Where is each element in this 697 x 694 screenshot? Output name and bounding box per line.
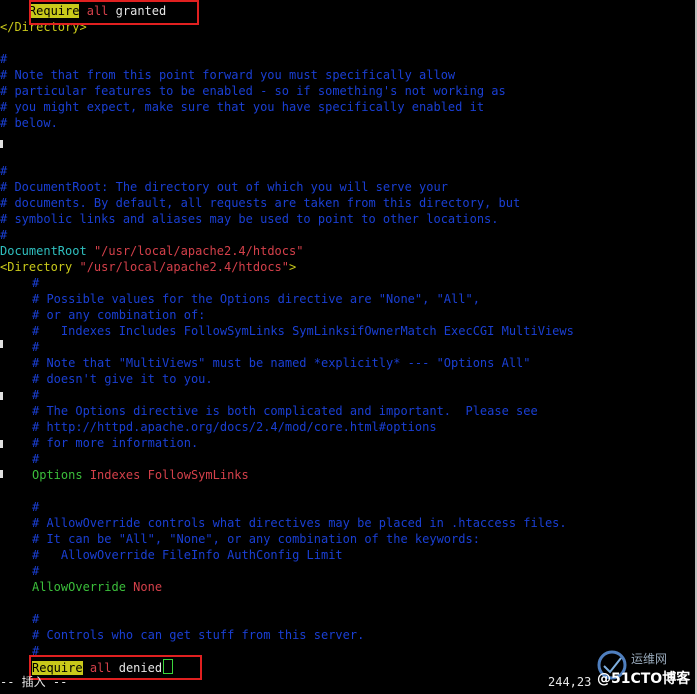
line-allowoverride: AllowOverride None	[32, 580, 163, 594]
comment-line: # Indexes Includes FollowSymLinks SymLin…	[32, 324, 574, 338]
status-line: -- 插入 -- 244,23	[0, 674, 697, 690]
comment-line: # Note that "MultiViews" must be named *…	[32, 356, 531, 370]
watermark-site: 运维网	[631, 652, 668, 666]
comment-line: # below.	[0, 116, 58, 130]
comment-line: #	[32, 340, 40, 354]
comment-line: # documents. By default, all requests ar…	[0, 196, 521, 210]
search-highlight: Require	[32, 661, 83, 675]
line-documentroot: DocumentRoot "/usr/local/apache2.4/htdoc…	[0, 244, 304, 258]
comment-line: # doesn't give it to you.	[32, 372, 213, 386]
comment-line: # It can be "All", "None", or any combin…	[32, 532, 480, 546]
comment-line: # particular features to be enabled - so…	[0, 84, 506, 98]
line-directory-close: </Directory>	[0, 20, 87, 34]
left-edge-glyph	[0, 470, 3, 478]
left-edge-glyph	[0, 440, 3, 448]
comment-line: #	[32, 452, 40, 466]
left-edge-glyph	[0, 392, 3, 400]
comment-line: #	[32, 276, 40, 290]
comment-line: #	[0, 164, 8, 178]
comment-line: # you might expect, make sure that you h…	[0, 100, 485, 114]
comment-line: # Note that from this point forward you …	[0, 68, 456, 82]
line-require-denied[interactable]: Require all denied	[0, 659, 174, 675]
comment-line: # http://httpd.apache.org/docs/2.4/mod/c…	[32, 420, 437, 434]
watermark: 运维网 @51CTO博客	[595, 648, 691, 692]
left-edge-glyph	[0, 140, 3, 148]
comment-line: # AllowOverride FileInfo AuthConfig Limi…	[32, 548, 343, 562]
comment-line: #	[32, 644, 40, 658]
line-directory-open: <Directory "/usr/local/apache2.4/htdocs"…	[0, 260, 297, 274]
search-highlight: Require	[28, 4, 80, 18]
mode-indicator: -- 插入 --	[0, 675, 68, 689]
comment-line: # AllowOverride controls what directives…	[32, 516, 567, 530]
vim-editor[interactable]: Require all granted </Directory> # # Not…	[0, 0, 695, 694]
comment-line: #	[32, 388, 40, 402]
comment-line: #	[32, 612, 40, 626]
comment-line: # symbolic links and aliases may be used…	[0, 212, 499, 226]
cursor-position: 244,23	[548, 675, 592, 689]
comment-line: # DocumentRoot: The directory out of whi…	[0, 180, 448, 194]
left-edge-glyph	[0, 340, 3, 348]
comment-line: # Possible values for the Options direct…	[32, 292, 480, 306]
comment-line: # The Options directive is both complica…	[32, 404, 538, 418]
comment-line: # for more information.	[32, 436, 199, 450]
watermark-blog: @51CTO博客	[597, 671, 691, 687]
comment-line: #	[0, 52, 8, 66]
line-require-granted: Require all granted	[28, 4, 167, 18]
comment-line: #	[32, 564, 40, 578]
comment-line: # or any combination of:	[32, 308, 206, 322]
line-options: Options Indexes FollowSymLinks	[32, 468, 249, 482]
text-cursor	[163, 659, 174, 674]
comment-line: #	[32, 500, 40, 514]
comment-line: #	[0, 228, 8, 242]
comment-line: # Controls who can get stuff from this s…	[32, 628, 365, 642]
